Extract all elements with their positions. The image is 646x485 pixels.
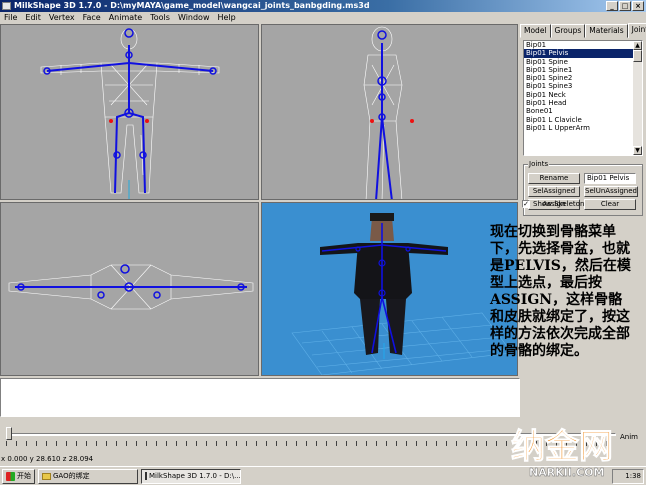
clear-button[interactable]: Clear xyxy=(584,199,636,210)
tab-model[interactable]: Model xyxy=(520,24,551,38)
app-icon xyxy=(2,2,11,10)
sel-assigned-button[interactable]: SelAssigned xyxy=(528,186,580,197)
show-skeleton-checkbox[interactable]: ✓ xyxy=(522,200,530,208)
narkii-watermark-logo: 纳金网 NARKII.COM xyxy=(511,427,614,480)
list-item[interactable]: Bip01 Head xyxy=(524,99,634,107)
close-button[interactable]: × xyxy=(632,1,644,11)
list-item[interactable]: Bip01 Spine3 xyxy=(524,82,634,90)
3d-model-drawing xyxy=(291,213,513,375)
tab-materials[interactable]: Materials xyxy=(585,24,628,38)
maximize-button[interactable]: □ xyxy=(619,1,631,11)
menu-bar: File Edit Vertex Face Animate Tools Wind… xyxy=(0,12,646,24)
taskbar-item-folder[interactable]: GAO的绑定 xyxy=(38,468,138,484)
watermark-url: NARKII.COM xyxy=(529,466,604,479)
menu-edit[interactable]: Edit xyxy=(25,12,41,24)
tab-joints[interactable]: Joints xyxy=(627,23,646,38)
start-label: 开始 xyxy=(17,471,31,480)
scroll-up-icon[interactable]: ▲ xyxy=(633,41,642,50)
list-item[interactable]: Bip01 L Clavicle xyxy=(524,116,634,124)
tab-groups[interactable]: Groups xyxy=(550,24,586,38)
menu-help[interactable]: Help xyxy=(218,12,236,24)
list-item[interactable]: Bone01 xyxy=(524,107,634,115)
title-bar: MilkShape 3D 1.7.0 - D:\myMAYA\game_mode… xyxy=(0,0,646,12)
timeline-thumb[interactable] xyxy=(6,427,12,440)
taskbar-item-milkshape[interactable]: MilkShape 3D 1.7.0 - D:\... xyxy=(141,468,241,484)
message-area xyxy=(0,378,520,417)
show-skeleton-option[interactable]: ✓ Show Skeleton xyxy=(522,200,584,208)
viewport-front[interactable] xyxy=(0,24,259,200)
minimize-button[interactable]: _ xyxy=(606,1,618,11)
joint-name-field[interactable]: Bip01 Pelvis xyxy=(584,173,636,184)
joint-list[interactable]: Bip01 Bip01 Pelvis Bip01 Spine Bip01 Spi… xyxy=(523,40,643,156)
list-item[interactable]: Bip01 L UpperArm xyxy=(524,124,634,132)
list-item-selected[interactable]: Bip01 Pelvis xyxy=(524,49,634,58)
start-button[interactable]: 开始 xyxy=(2,468,35,484)
joint-list-scrollbar[interactable]: ▲ ▼ xyxy=(633,41,642,155)
menu-tools[interactable]: Tools xyxy=(150,12,170,24)
windows-logo-icon xyxy=(6,471,15,481)
side-mesh-drawing xyxy=(363,26,414,199)
menu-file[interactable]: File xyxy=(4,12,17,24)
show-skeleton-label: Show Skeleton xyxy=(533,200,585,208)
rename-button[interactable]: Rename xyxy=(528,173,580,184)
list-item[interactable]: Bip01 Neck xyxy=(524,91,634,99)
viewport-top[interactable] xyxy=(0,202,259,376)
front-mesh-drawing xyxy=(40,28,220,199)
list-item[interactable]: Bip01 Spine2 xyxy=(524,74,634,82)
menu-animate[interactable]: Animate xyxy=(109,12,143,24)
sel-unassigned-button[interactable]: SelUnAssigned xyxy=(584,186,638,197)
taskbar-item-label: GAO的绑定 xyxy=(53,471,90,480)
list-item[interactable]: Bip01 xyxy=(524,41,634,49)
folder-icon xyxy=(42,472,51,480)
viewport-3d[interactable] xyxy=(261,202,518,376)
top-mesh-drawing xyxy=(8,264,254,310)
menu-face[interactable]: Face xyxy=(83,12,101,24)
viewport-side[interactable] xyxy=(261,24,518,200)
list-item[interactable]: Bip01 Spine xyxy=(524,58,634,66)
watermark-text: 纳金网 xyxy=(511,427,613,467)
menu-vertex[interactable]: Vertex xyxy=(49,12,75,24)
scroll-thumb[interactable] xyxy=(633,50,642,62)
window-title: MilkShape 3D 1.7.0 - D:\myMAYA\game_mode… xyxy=(14,1,370,10)
coordinates-readout: x 0.000 y 28.610 z 28.094 xyxy=(1,455,94,463)
scroll-down-icon[interactable]: ▼ xyxy=(633,146,642,155)
taskbar-item-label: MilkShape 3D 1.7.0 - D:\... xyxy=(149,471,241,480)
instruction-annotation: 现在切换到骨骼菜单下，先选择骨盆，也就是PELVIS，然后在模型上选点，最后按A… xyxy=(490,224,631,359)
joints-group: Joints Rename Bip01 Pelvis SelAssigned S… xyxy=(523,160,643,216)
joints-group-title: Joints xyxy=(528,160,550,168)
list-item[interactable]: Bip01 Spine1 xyxy=(524,66,634,74)
menu-window[interactable]: Window xyxy=(178,12,210,24)
milkshape-icon xyxy=(145,472,147,480)
